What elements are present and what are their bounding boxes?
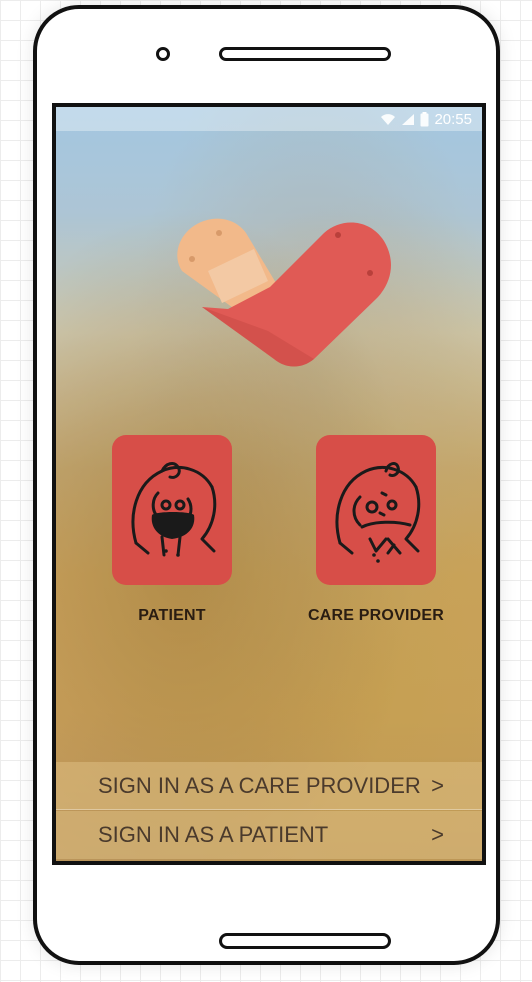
status-bar: 20:55 [56,107,482,131]
status-icons: 20:55 [380,111,472,128]
care-provider-icon [335,462,421,563]
patient-label: PATIENT [138,607,206,624]
sign-in-care-provider-label: SIGN IN AS A CARE PROVIDER [98,772,421,798]
status-time: 20:55 [434,111,472,128]
earpiece-speaker [219,47,391,61]
chevron-right-icon: > [431,772,444,798]
patient-role-button[interactable] [112,435,232,585]
care-provider-label: CARE PROVIDER [308,607,444,624]
sign-in-patient-label: SIGN IN AS A PATIENT [98,822,329,847]
signal-icon [402,114,415,125]
front-camera [156,47,170,61]
sign-in-patient-button[interactable]: SIGN IN AS A PATIENT > [56,811,482,859]
wifi-icon [381,114,396,125]
bottom-speaker [219,933,391,949]
masked-patient-icon [131,462,217,557]
chevron-right-icon: > [431,822,444,847]
battery-icon [420,112,429,127]
sign-in-care-provider-button[interactable]: SIGN IN AS A CARE PROVIDER > [56,762,482,810]
care-provider-role-button[interactable] [316,435,436,585]
app-screen: 20:55 PATIENT CARE PROVIDER SIGN IN AS A… [52,103,486,865]
bandaged-heart-logo [177,218,391,367]
